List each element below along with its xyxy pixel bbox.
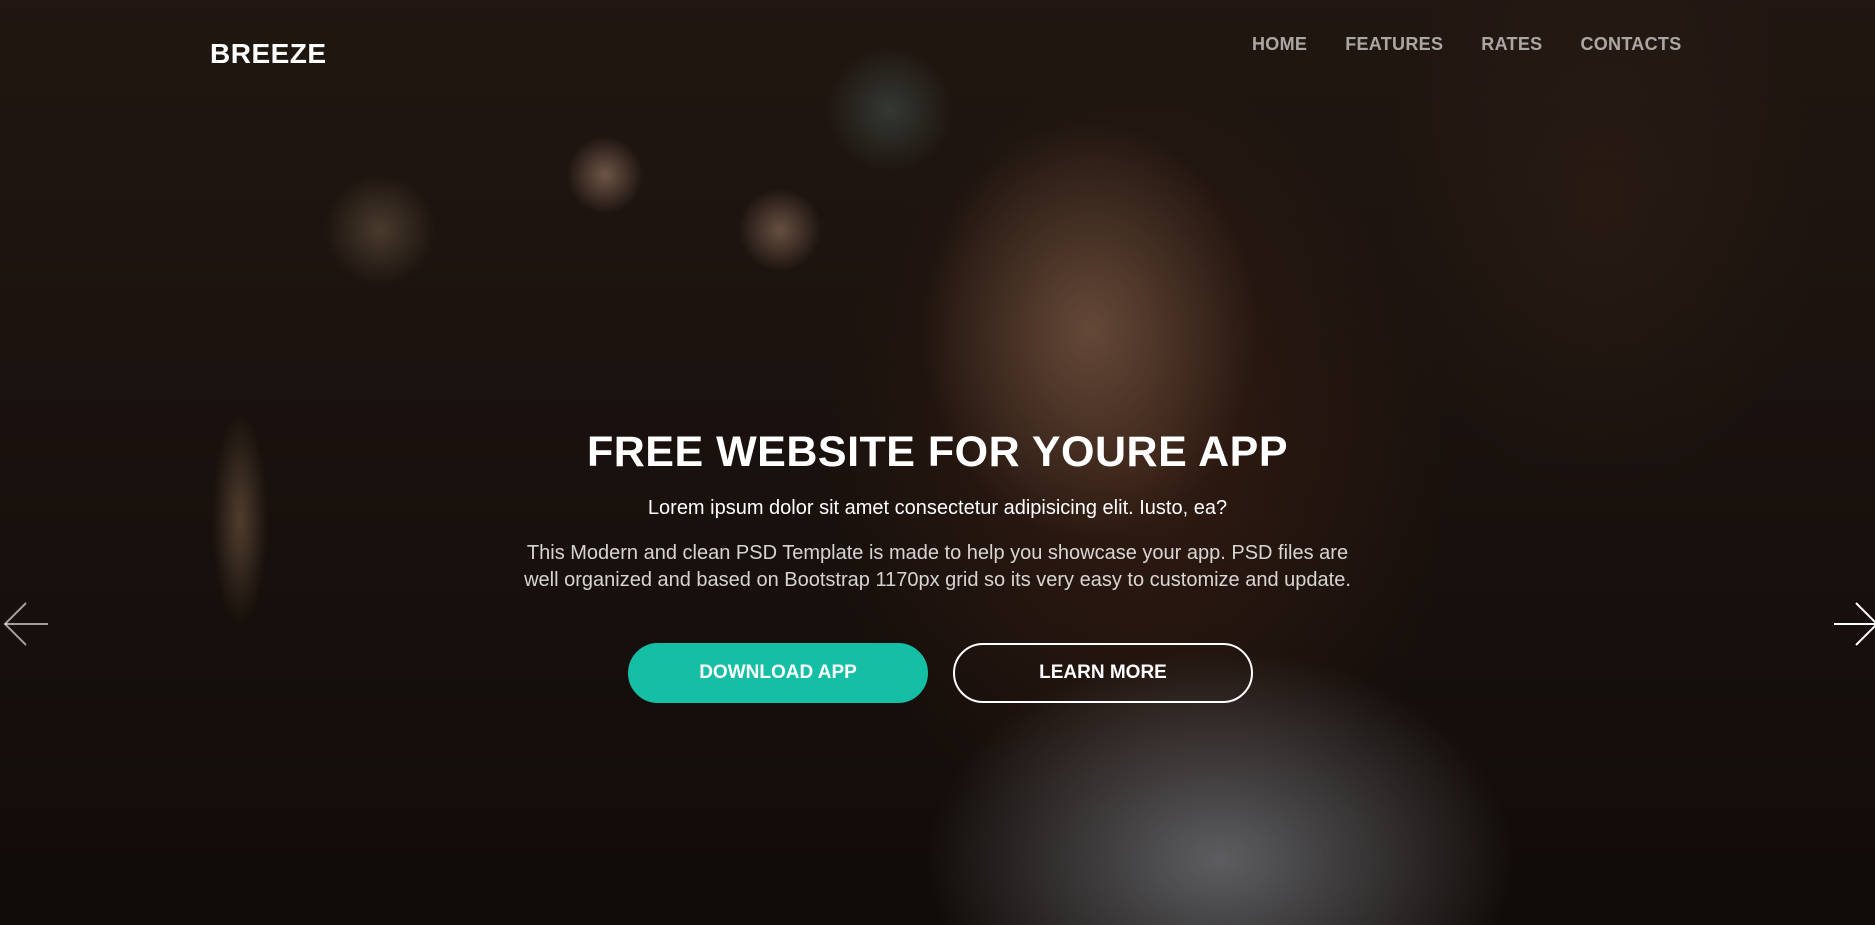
nav-features[interactable]: FEATURES [1345, 34, 1443, 55]
brand-logo[interactable]: BREEZE [210, 38, 327, 70]
hero-carousel: BREEZE HOME FEATURES RATES CONTACTS FREE… [0, 0, 1875, 925]
download-app-button[interactable]: DOWNLOAD APP [628, 643, 928, 703]
arrow-right-icon[interactable] [1832, 598, 1875, 650]
nav-home[interactable]: HOME [1252, 34, 1307, 55]
hero-title: FREE WEBSITE FOR YOURE APP [586, 428, 1289, 476]
learn-more-button[interactable]: LEARN MORE [953, 643, 1253, 703]
main-nav: HOME FEATURES RATES CONTACTS [1252, 34, 1682, 55]
hero-description-line-2: well organized and based on Bootstrap 11… [524, 569, 1351, 591]
hero-subtitle: Lorem ipsum dolor sit amet consectetur a… [647, 497, 1228, 519]
nav-contacts[interactable]: CONTACTS [1580, 34, 1681, 55]
hero-buttons: DOWNLOAD APP LEARN MORE [628, 643, 1253, 703]
hero-content: FREE WEBSITE FOR YOURE APP Lorem ipsum d… [0, 428, 1875, 594]
hero-description-line-1: This Modern and clean PSD Template is ma… [526, 542, 1349, 564]
nav-rates[interactable]: RATES [1481, 34, 1542, 55]
arrow-left-icon[interactable] [2, 598, 50, 650]
hero-description: This Modern and clean PSD Template is ma… [488, 540, 1388, 594]
